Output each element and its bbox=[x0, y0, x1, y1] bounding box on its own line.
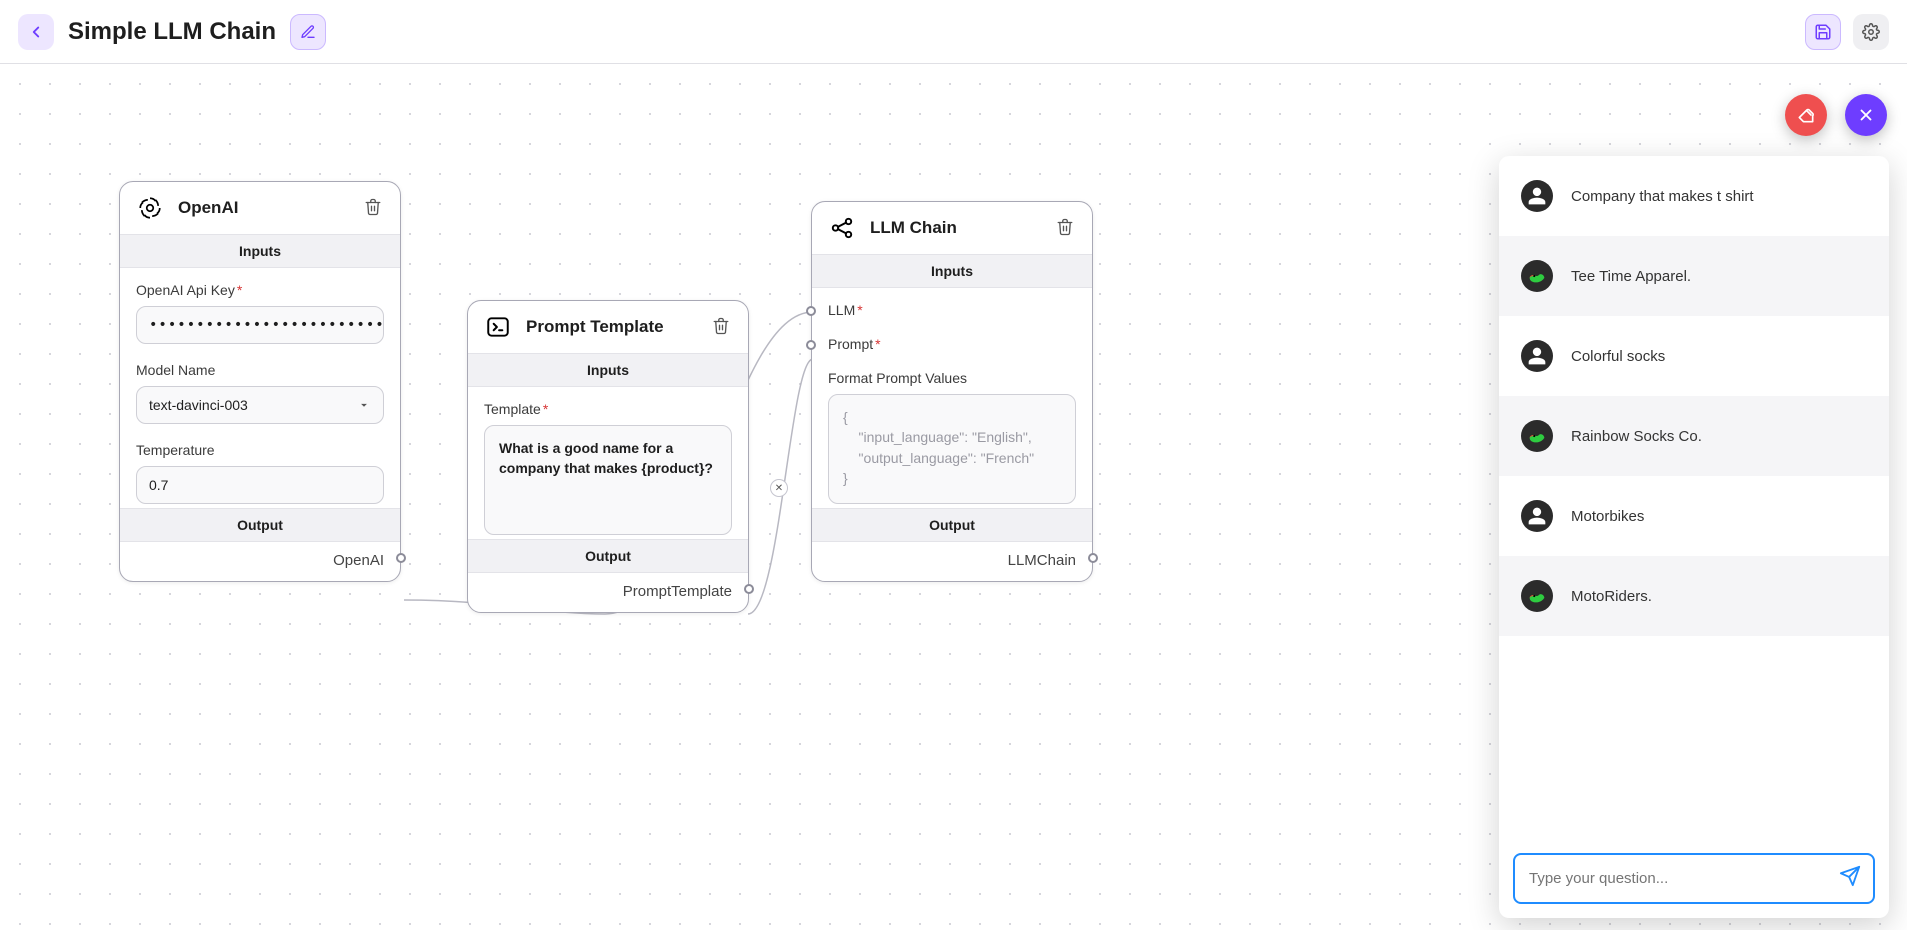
terminal-icon bbox=[484, 313, 512, 341]
chevron-left-icon bbox=[27, 23, 45, 41]
chat-message: Colorful socks bbox=[1499, 316, 1889, 396]
chat-message-text: Company that makes t shirt bbox=[1571, 188, 1754, 205]
chat-message: Motorbikes bbox=[1499, 476, 1889, 556]
chat-input[interactable] bbox=[1513, 853, 1875, 904]
chat-message-text: MotoRiders. bbox=[1571, 588, 1652, 605]
save-icon bbox=[1814, 23, 1832, 41]
app-header: Simple LLM Chain bbox=[0, 0, 1907, 64]
chat-message-text: Rainbow Socks Co. bbox=[1571, 428, 1702, 445]
prompt-output-name: PromptTemplate bbox=[468, 573, 748, 612]
edge-delete-button[interactable]: ✕ bbox=[770, 479, 788, 497]
clear-chat-button[interactable] bbox=[1785, 94, 1827, 136]
openai-apikey-label: OpenAI Api Key* bbox=[136, 282, 384, 298]
bot-avatar-icon bbox=[1521, 260, 1553, 292]
chat-message: Company that makes t shirt bbox=[1499, 156, 1889, 236]
delete-node-button[interactable] bbox=[712, 317, 732, 337]
output-section-label: Output bbox=[468, 539, 748, 573]
delete-node-button[interactable] bbox=[364, 198, 384, 218]
openai-temperature-label: Temperature bbox=[136, 442, 384, 458]
chat-message: Rainbow Socks Co. bbox=[1499, 396, 1889, 476]
bot-avatar-icon bbox=[1521, 420, 1553, 452]
input-port-llm[interactable] bbox=[806, 306, 816, 316]
output-section-label: Output bbox=[120, 508, 400, 542]
send-icon bbox=[1839, 865, 1861, 887]
chat-message-text: Motorbikes bbox=[1571, 508, 1644, 525]
user-avatar-icon bbox=[1521, 500, 1553, 532]
chat-panel: Company that makes t shirt Tee Time Appar… bbox=[1499, 156, 1889, 918]
openai-model-value: text-davinci-003 bbox=[149, 397, 248, 413]
node-openai-title: OpenAI bbox=[178, 198, 238, 218]
trash-icon bbox=[364, 198, 382, 216]
chain-fpv-label: Format Prompt Values bbox=[828, 370, 1076, 386]
output-port[interactable] bbox=[396, 553, 406, 563]
back-button[interactable] bbox=[18, 14, 54, 50]
chat-message-list[interactable]: Company that makes t shirt Tee Time Appar… bbox=[1499, 156, 1889, 839]
chain-icon bbox=[828, 214, 856, 242]
openai-apikey-input[interactable]: ••••••••••••••••••••••••••••••••••••••••… bbox=[136, 306, 384, 344]
close-icon: ✕ bbox=[775, 483, 783, 494]
chain-prompt-label: Prompt* bbox=[828, 336, 1076, 352]
prompt-template-label: Template* bbox=[484, 401, 732, 417]
node-chain-title: LLM Chain bbox=[870, 218, 957, 238]
output-section-label: Output bbox=[812, 508, 1092, 542]
chat-message-text: Colorful socks bbox=[1571, 348, 1665, 365]
node-openai[interactable]: OpenAI Inputs OpenAI Api Key* ••••••••••… bbox=[119, 181, 401, 582]
close-icon bbox=[1857, 106, 1875, 124]
settings-button[interactable] bbox=[1853, 14, 1889, 50]
trash-icon bbox=[712, 317, 730, 335]
openai-model-label: Model Name bbox=[136, 362, 384, 378]
close-chat-button[interactable] bbox=[1845, 94, 1887, 136]
inputs-section-label: Inputs bbox=[468, 353, 748, 387]
chain-fpv-input[interactable]: { "input_language": "English", "output_l… bbox=[828, 394, 1076, 504]
output-port[interactable] bbox=[744, 584, 754, 594]
bot-avatar-icon bbox=[1521, 580, 1553, 612]
openai-model-select[interactable]: text-davinci-003 bbox=[136, 386, 384, 424]
edit-title-button[interactable] bbox=[290, 14, 326, 50]
chat-message-text: Tee Time Apparel. bbox=[1571, 268, 1691, 285]
inputs-section-label: Inputs bbox=[120, 234, 400, 268]
output-port[interactable] bbox=[1088, 553, 1098, 563]
chain-llm-label: LLM* bbox=[828, 302, 1076, 318]
user-avatar-icon bbox=[1521, 180, 1553, 212]
save-button[interactable] bbox=[1805, 14, 1841, 50]
flow-canvas[interactable]: ✕ OpenAI Inputs OpenAI Api Key* bbox=[0, 64, 1907, 930]
chain-output-name: LLMChain bbox=[812, 542, 1092, 581]
user-avatar-icon bbox=[1521, 340, 1553, 372]
send-button[interactable] bbox=[1839, 865, 1861, 892]
prompt-template-input[interactable]: What is a good name for a company that m… bbox=[484, 425, 732, 535]
chevron-down-icon bbox=[357, 398, 371, 412]
eraser-icon bbox=[1796, 105, 1816, 125]
inputs-section-label: Inputs bbox=[812, 254, 1092, 288]
openai-output-name: OpenAI bbox=[120, 542, 400, 581]
input-port-prompt[interactable] bbox=[806, 340, 816, 350]
openai-icon bbox=[136, 194, 164, 222]
node-prompt-template[interactable]: Prompt Template Inputs Template* What is… bbox=[467, 300, 749, 613]
openai-temperature-input[interactable]: 0.7 bbox=[136, 466, 384, 504]
gear-icon bbox=[1862, 23, 1880, 41]
page-title: Simple LLM Chain bbox=[68, 18, 276, 46]
chat-message: Tee Time Apparel. bbox=[1499, 236, 1889, 316]
trash-icon bbox=[1056, 218, 1074, 236]
node-prompt-title: Prompt Template bbox=[526, 317, 664, 337]
delete-node-button[interactable] bbox=[1056, 218, 1076, 238]
node-llm-chain[interactable]: LLM Chain Inputs LLM* Prompt* Format Pro… bbox=[811, 201, 1093, 582]
chat-message: MotoRiders. bbox=[1499, 556, 1889, 636]
pencil-icon bbox=[300, 24, 316, 40]
chat-input-field[interactable] bbox=[1527, 869, 1829, 888]
